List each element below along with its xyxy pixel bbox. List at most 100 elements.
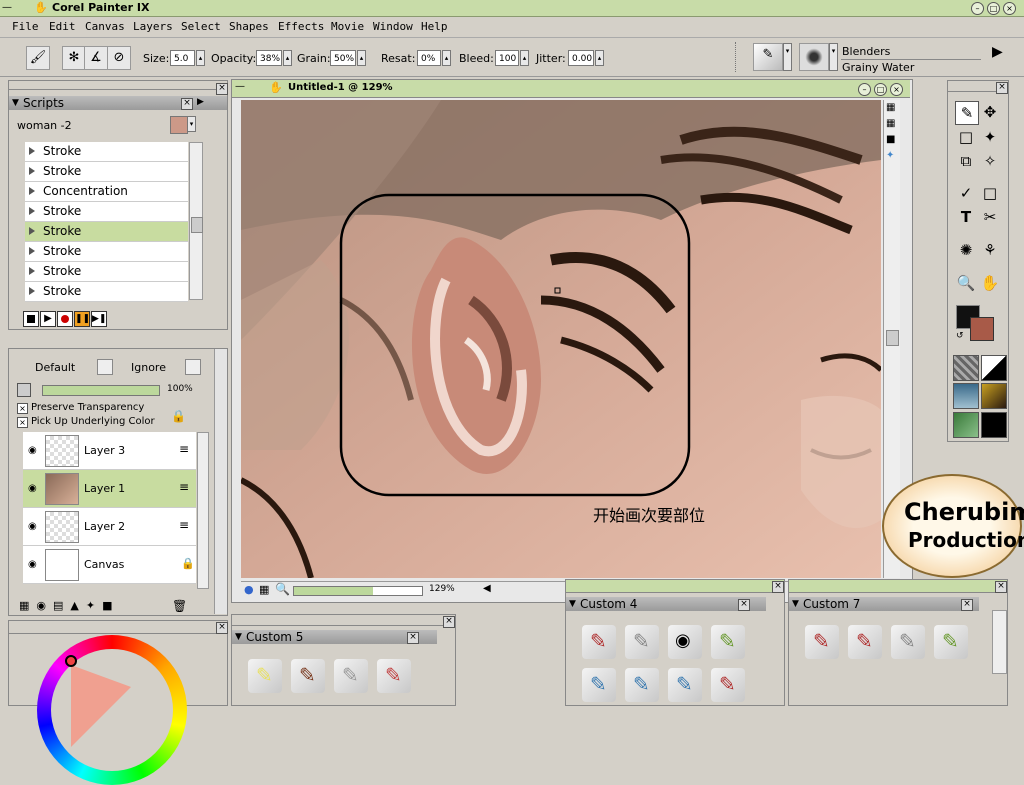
nozzle-selector-icon[interactable] [981,383,1007,409]
trash-icon[interactable]: 🗑 [172,599,187,613]
dynamic-plugin-icon[interactable]: ▲ [70,599,85,612]
watercolor-brush-icon[interactable]: ✎ [711,668,745,702]
pattern-selector-icon[interactable] [981,355,1007,381]
layer-name[interactable]: Layer 1 [84,482,125,495]
pencil-brush-icon[interactable]: ✎ [334,659,368,693]
lock-icon[interactable]: 🔒 [181,557,195,570]
straight-line-icon[interactable]: ∡ [84,46,108,70]
close-icon[interactable]: × [216,622,228,634]
opacity-field[interactable]: 38% [256,50,282,66]
scissors-icon[interactable]: ✂ [979,206,1001,228]
menu-window[interactable]: Window [373,20,413,33]
document-title-bar[interactable]: — ✋ Untitled-1 @ 129% – □ × [232,80,910,98]
close-icon[interactable]: × [995,581,1007,593]
menu-shapes[interactable]: Shapes [229,20,269,33]
script-item[interactable]: Stroke [25,142,188,162]
panel-menu-icon[interactable]: ▶ [197,97,204,107]
navigator-icon[interactable]: ▦ [259,583,269,596]
layer-row[interactable]: ◉ Layer 2 ≡ [23,508,196,546]
scripts-title[interactable]: ▼ Scripts [9,96,227,110]
menu-help[interactable]: Help [421,20,448,33]
transform-icon[interactable]: ✧ [979,150,1001,172]
crop-icon[interactable]: ⧉ [955,150,977,172]
close-icon[interactable]: × [961,599,973,611]
expand-arrow-icon[interactable] [29,267,35,275]
pastel-brush-icon[interactable]: ✎ [934,625,968,659]
reset-brush-icon[interactable]: ⊘ [107,46,131,70]
eye-icon[interactable]: ◉ [28,559,37,570]
palette-scrollbar[interactable] [992,610,1007,674]
custom-palette-title[interactable]: ▼ Custom 4 [566,597,766,611]
paper-selector-icon[interactable] [953,355,979,381]
layer-name[interactable]: Layer 2 [84,520,125,533]
tracing-icon[interactable]: ▦ [886,118,895,129]
crayon-brush-icon[interactable]: ✎ [291,659,325,693]
doc-minimize-button[interactable]: – [858,83,871,96]
layer-name[interactable]: Canvas [84,558,124,571]
eye-icon[interactable]: ◉ [28,483,37,494]
watercolor-brush-icon[interactable]: ✎ [582,668,616,702]
close-button[interactable]: × [1003,2,1016,15]
painting-canvas[interactable]: 开始画次要部位 [241,100,881,578]
script-item-selected[interactable]: Stroke [25,222,188,242]
script-item[interactable]: Stroke [25,162,188,182]
jitter-spinner[interactable]: ▴ [595,50,604,66]
script-item[interactable]: Concentration [25,182,188,202]
scroll-left-icon[interactable]: ◀ [483,583,491,594]
close-icon[interactable]: × [216,83,228,95]
depth-dropdown[interactable] [185,359,201,375]
menu-layers[interactable]: Layers [133,20,173,33]
brush-selector-expand-icon[interactable]: ▶ [992,44,1003,60]
opacity-slider[interactable] [42,385,160,396]
weave-selector-icon[interactable] [953,412,979,438]
eye-icon[interactable]: ◉ [28,445,37,456]
panel-grip[interactable] [566,580,784,593]
brush-tool-icon[interactable]: 🖌 [26,46,50,70]
collapse-icon[interactable]: ▼ [12,96,19,110]
blender-brush-icon[interactable]: ✎ [582,625,616,659]
size-spinner[interactable]: ▴ [196,50,205,66]
close-icon[interactable]: × [738,599,750,611]
document-menu-icon[interactable]: — [235,81,245,92]
pastel-brush-icon[interactable]: ✎ [377,659,411,693]
doc-maximize-button[interactable]: □ [874,83,887,96]
menu-file[interactable]: File [12,20,39,33]
screen-mode-icon[interactable]: ■ [886,134,895,145]
play-icon[interactable]: ▶ [40,311,56,327]
script-selector[interactable]: woman -2 [17,119,72,132]
composite-dropdown[interactable] [97,359,113,375]
color-wheel[interactable] [37,635,187,785]
blender-brush-icon[interactable]: ✎ [805,625,839,659]
text-tool-icon[interactable]: T [955,206,977,228]
freehand-stroke-icon[interactable]: ✻ [62,46,86,70]
custom-palette-title[interactable]: ▼ Custom 7 [789,597,979,611]
expand-arrow-icon[interactable] [29,147,35,155]
blender-brush-icon[interactable]: ✎ [848,625,882,659]
expand-arrow-icon[interactable] [29,207,35,215]
effects-icon[interactable]: ✦ [86,599,102,612]
scripts-scrollbar[interactable] [189,142,203,300]
grain-spinner[interactable]: ▴ [357,50,366,66]
brush-variant-name[interactable]: Grainy Water [842,61,914,74]
layer-row-selected[interactable]: ◉ Layer 1 ≡ [23,470,196,508]
close-icon[interactable]: × [772,581,784,593]
resat-field[interactable]: 0% [417,50,441,66]
rectangle-shape-icon[interactable]: □ [979,182,1001,204]
resat-spinner[interactable]: ▴ [442,50,451,66]
script-item[interactable]: Stroke [25,262,188,282]
system-menu-icon[interactable]: — [2,2,12,13]
dropper-icon[interactable]: ✺ [955,239,977,261]
layer-mask-icon[interactable]: ◉ [36,599,53,612]
collapse-icon[interactable]: ▼ [792,597,799,611]
scrollbar-thumb[interactable] [886,330,899,346]
brush-category-dropdown[interactable]: ▾ [783,43,792,71]
record-icon[interactable] [57,311,73,327]
script-item[interactable]: Stroke [25,202,188,222]
composite-method-select[interactable]: Default [35,361,75,374]
pencil-brush-icon[interactable]: ✎ [625,625,659,659]
expand-arrow-icon[interactable] [29,187,35,195]
eye-icon[interactable]: ◉ [28,521,37,532]
brush-tool-icon[interactable]: ✎ [955,101,979,125]
script-item[interactable]: Stroke [25,282,188,302]
layout-grid-icon[interactable]: ● [244,583,254,596]
